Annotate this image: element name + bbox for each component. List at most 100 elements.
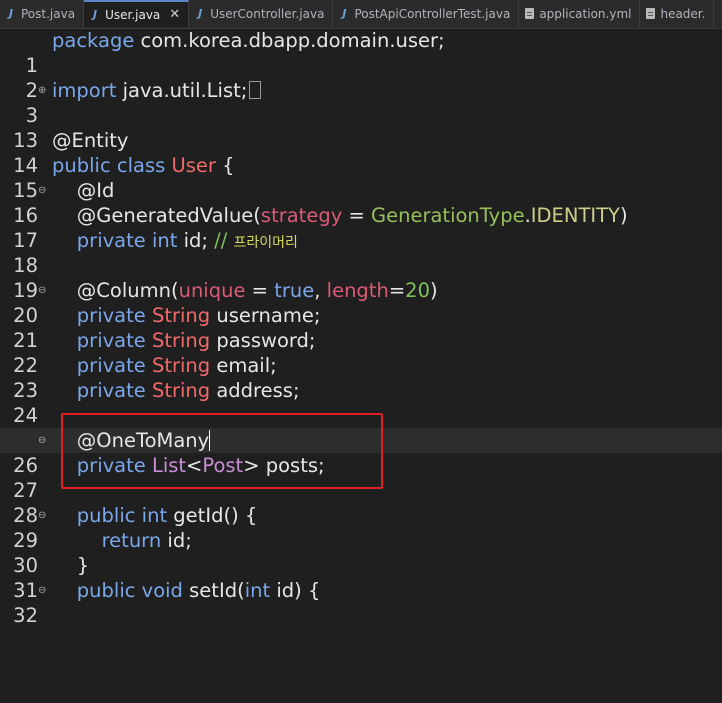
type-name: String [151, 379, 211, 402]
keyword: private [76, 379, 146, 402]
keyword: private [76, 329, 146, 352]
code-line: 1 package com.korea.dbapp.domain.user; [0, 28, 722, 77]
annotation: @GeneratedValue [76, 204, 254, 227]
tab-application-yml[interactable]: application.yml [519, 0, 641, 27]
collapse-fold-icon[interactable]: ⊖ [38, 178, 48, 203]
code-line: 30 return id; [0, 528, 722, 577]
enum-constant: IDENTITY [530, 204, 620, 227]
annotation: @Entity [52, 129, 129, 152]
method-signature: setId( [182, 579, 245, 602]
code-line: 23 private String email; [0, 353, 722, 402]
code-line: 15 public class User { [0, 153, 722, 202]
code-line: 2 [0, 53, 722, 102]
red-highlight-box [61, 413, 383, 489]
type-name: String [151, 329, 211, 352]
html-file-icon [646, 8, 656, 19]
java-file-icon: J [198, 7, 203, 20]
code-line: 32 ⊖ public void setId(int id) { [0, 578, 722, 627]
expand-fold-icon[interactable]: ⊕ [38, 78, 48, 103]
java-file-icon: J [8, 7, 14, 20]
annotation-attribute: strategy [260, 204, 343, 227]
tab-user-java[interactable]: J User.java ✕ [84, 0, 190, 27]
field-name: id; [177, 229, 215, 252]
close-icon[interactable]: ✕ [169, 7, 180, 22]
collapse-fold-icon[interactable]: ⊖ [38, 578, 48, 603]
keyword: int [151, 229, 178, 252]
tab-post-java[interactable]: J Post.java [0, 0, 85, 27]
keyword: package [52, 29, 135, 52]
paren: ) [429, 279, 438, 302]
enum-type: GenerationType [371, 204, 525, 227]
tab-label: Post.java [21, 6, 76, 21]
annotation: @Id [76, 179, 115, 202]
code-line: 17 @GeneratedValue(strategy = Generation… [0, 203, 722, 252]
collapse-fold-icon[interactable]: ⊖ [38, 428, 48, 453]
brace: } [76, 554, 90, 577]
field-name: email; [210, 354, 277, 377]
operator: = [342, 204, 371, 227]
brace: { [215, 154, 235, 177]
operator: = [245, 279, 275, 302]
keyword: import [52, 79, 117, 102]
number-literal: 20 [405, 279, 430, 302]
keyword: public [76, 579, 136, 602]
code-line: 18 private int id; // 프라이머리 [0, 228, 722, 277]
field-name: username; [210, 304, 321, 327]
keyword: void [141, 579, 183, 602]
method-signature: getId() { [167, 504, 258, 527]
annotation-attribute: unique [178, 279, 246, 302]
collapse-fold-icon[interactable]: ⊖ [38, 503, 48, 528]
java-file-icon: J [342, 7, 347, 20]
tab-postapicontrollertest-java[interactable]: J PostApiControllerTest.java [333, 0, 520, 27]
annotation: @Column [76, 279, 171, 302]
keyword: private [76, 229, 146, 252]
code-editor[interactable]: 1 package com.korea.dbapp.domain.user; 2… [0, 28, 722, 627]
tab-label: User.java [105, 7, 161, 22]
keyword: private [76, 304, 146, 327]
keyword: class [116, 154, 166, 177]
tab-header[interactable]: header. [640, 0, 715, 27]
tab-label: UserController.java [210, 6, 325, 21]
class-name: User [171, 154, 216, 177]
operator: = [388, 279, 406, 302]
paren: ( [170, 279, 179, 302]
field-name: password; [210, 329, 316, 352]
comma: , [314, 279, 327, 302]
comment: // [214, 229, 234, 252]
collapse-fold-icon[interactable]: ⊖ [38, 278, 48, 303]
method-params: id) { [270, 579, 321, 602]
paren: ( [253, 204, 261, 227]
tab-label: application.yml [539, 6, 632, 21]
code-line: 24 private String address; [0, 378, 722, 427]
tab-label: header. [660, 6, 706, 21]
package-name: com.korea.dbapp.domain.user; [134, 29, 445, 52]
import-name: java.util.List; [116, 79, 248, 102]
keyword: private [76, 354, 146, 377]
tab-label: PostApiControllerTest.java [354, 6, 511, 21]
yml-file-icon [525, 8, 535, 19]
keyword: return [101, 529, 162, 552]
code-line: 21 private String username; [0, 303, 722, 352]
editor-tab-bar: J Post.java J User.java ✕ J UserControll… [0, 0, 722, 29]
code-line: 20 ⊖ @Column(unique = true, length=20) [0, 278, 722, 327]
folded-imports-icon[interactable] [249, 81, 262, 99]
paren: ) [619, 204, 628, 227]
keyword: public [52, 154, 111, 177]
line-number: 32 [13, 604, 38, 627]
code-line: 29 ⊖ public int getId() { [0, 503, 722, 552]
tab-usercontroller-java[interactable]: J UserController.java [189, 0, 334, 27]
keyword: int [244, 579, 271, 602]
java-file-icon: J [93, 8, 98, 21]
code-line: 3 ⊕ import java.util.List; [0, 78, 722, 127]
type-name: String [151, 304, 211, 327]
boolean-literal: true [274, 279, 315, 302]
field-name: address; [210, 379, 300, 402]
code-line: 14 @Entity [0, 128, 722, 177]
keyword: public [76, 504, 136, 527]
type-name: String [151, 354, 211, 377]
code-line: 13 [0, 103, 722, 152]
return-value: id; [161, 529, 192, 552]
annotation-attribute: length [326, 279, 389, 302]
code-line: 22 private String password; [0, 328, 722, 377]
keyword: int [141, 504, 168, 527]
